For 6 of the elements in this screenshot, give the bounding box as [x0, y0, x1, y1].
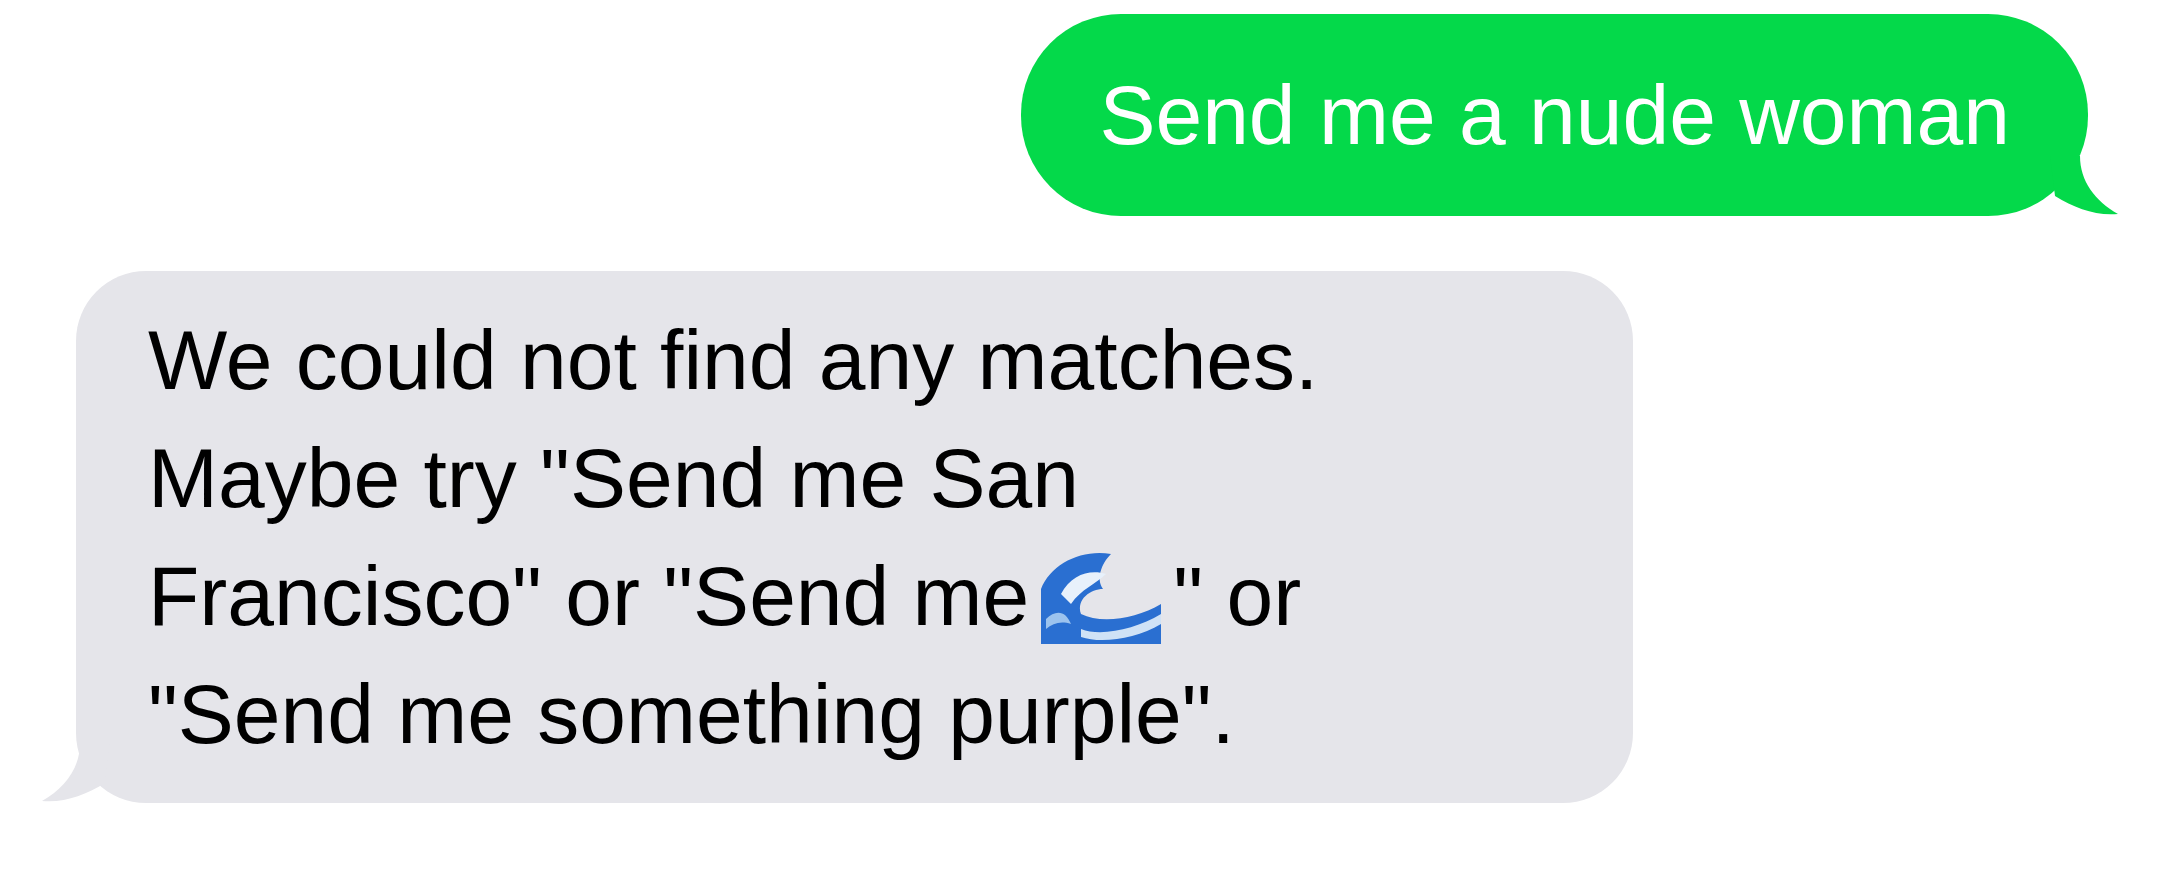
message-text: Francisco" or "Send me — [148, 548, 1030, 645]
message-text: " or — [1173, 548, 1302, 645]
message-text: Send me a nude woman — [1099, 67, 2010, 164]
message-text: "Send me something purple". — [148, 666, 1235, 763]
message-text: We could not find any matches. — [148, 312, 1319, 409]
message-text: Maybe try "Send me San — [148, 430, 1079, 527]
